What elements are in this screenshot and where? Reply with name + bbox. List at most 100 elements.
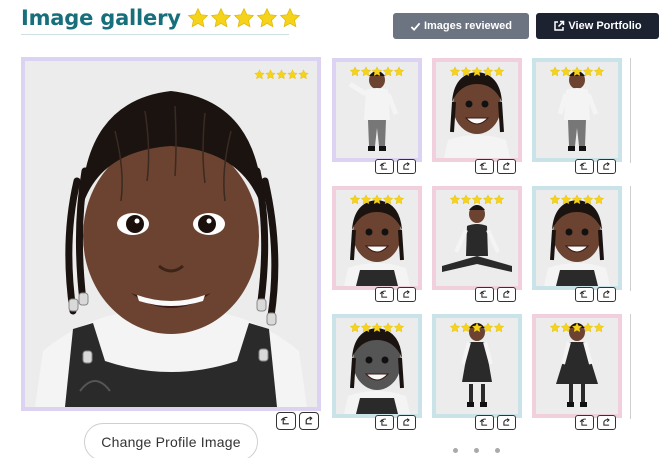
star-icon[interactable]	[461, 66, 472, 77]
star-icon[interactable]	[394, 66, 405, 77]
thumbnail-full-body-dress[interactable]	[432, 314, 522, 418]
star-icon[interactable]	[394, 194, 405, 205]
star-icon	[256, 7, 278, 29]
thumbnail-rating[interactable]	[550, 66, 605, 77]
star-icon[interactable]	[450, 194, 461, 205]
star-icon[interactable]	[472, 194, 483, 205]
thumbnail-full-body-waving[interactable]	[332, 58, 422, 162]
rotate-right-button[interactable]	[497, 415, 516, 430]
thumbnail-smiling-portrait[interactable]	[532, 186, 622, 290]
star-icon[interactable]	[594, 194, 605, 205]
star-icon[interactable]	[287, 69, 298, 80]
thumbnail-rating[interactable]	[450, 194, 505, 205]
star-icon[interactable]	[372, 66, 383, 77]
main-image-rating[interactable]	[254, 69, 309, 80]
star-icon[interactable]	[483, 322, 494, 333]
star-icon[interactable]	[461, 194, 472, 205]
rotate-right-button[interactable]	[397, 415, 416, 430]
star-icon[interactable]	[450, 66, 461, 77]
star-icon[interactable]	[483, 66, 494, 77]
images-reviewed-button[interactable]: Images reviewed	[393, 13, 529, 39]
thumbnail-rating[interactable]	[350, 194, 405, 205]
carousel-dot[interactable]	[474, 448, 479, 453]
star-icon[interactable]	[572, 66, 583, 77]
rotate-right-button[interactable]	[597, 415, 616, 430]
star-icon[interactable]	[594, 66, 605, 77]
rotate-left-button[interactable]	[375, 159, 394, 174]
check-icon	[410, 22, 421, 31]
thumbnail-rating[interactable]	[450, 66, 505, 77]
star-icon[interactable]	[276, 69, 287, 80]
star-icon[interactable]	[450, 322, 461, 333]
star-icon[interactable]	[561, 194, 572, 205]
star-icon[interactable]	[583, 66, 594, 77]
star-icon[interactable]	[383, 322, 394, 333]
thumbnail-rating[interactable]	[550, 322, 605, 333]
external-link-icon	[554, 20, 565, 31]
thumbnail-sitting-splits[interactable]	[432, 186, 522, 290]
star-icon[interactable]	[494, 194, 505, 205]
star-icon[interactable]	[383, 194, 394, 205]
rotate-right-button[interactable]	[497, 159, 516, 174]
thumbnail-rating[interactable]	[350, 322, 405, 333]
thumbnail-full-body-standing[interactable]	[532, 58, 622, 162]
rotate-left-button[interactable]	[375, 415, 394, 430]
view-portfolio-button[interactable]: View Portfolio	[536, 13, 659, 39]
star-icon[interactable]	[494, 66, 505, 77]
thumbnail-rating[interactable]	[450, 322, 505, 333]
star-icon[interactable]	[361, 194, 372, 205]
star-icon[interactable]	[483, 194, 494, 205]
rotate-left-button[interactable]	[276, 412, 296, 430]
star-icon[interactable]	[383, 66, 394, 77]
star-icon[interactable]	[561, 66, 572, 77]
star-icon[interactable]	[583, 322, 594, 333]
star-icon[interactable]	[394, 322, 405, 333]
star-icon[interactable]	[550, 194, 561, 205]
star-icon[interactable]	[472, 322, 483, 333]
star-icon[interactable]	[572, 194, 583, 205]
rotate-left-button[interactable]	[475, 287, 494, 302]
rotate-right-button[interactable]	[397, 287, 416, 302]
rotate-left-button[interactable]	[475, 159, 494, 174]
rotate-right-button[interactable]	[497, 287, 516, 302]
star-icon[interactable]	[372, 322, 383, 333]
rotate-right-button[interactable]	[397, 159, 416, 174]
star-icon[interactable]	[594, 322, 605, 333]
carousel-dot[interactable]	[495, 448, 500, 453]
star-icon[interactable]	[461, 322, 472, 333]
star-icon[interactable]	[494, 322, 505, 333]
change-profile-image-button[interactable]: Change Profile Image	[84, 423, 258, 458]
rotate-left-button[interactable]	[475, 415, 494, 430]
star-icon[interactable]	[361, 322, 372, 333]
thumbnail-rating[interactable]	[350, 66, 405, 77]
star-icon[interactable]	[350, 322, 361, 333]
star-icon[interactable]	[550, 66, 561, 77]
star-icon[interactable]	[265, 69, 276, 80]
rotate-right-button[interactable]	[597, 159, 616, 174]
star-icon[interactable]	[372, 194, 383, 205]
rotate-right-button[interactable]	[299, 412, 319, 430]
star-icon[interactable]	[350, 194, 361, 205]
star-icon[interactable]	[472, 66, 483, 77]
thumbnail-bw-smiling-face[interactable]	[332, 314, 422, 418]
star-icon[interactable]	[583, 194, 594, 205]
thumbnail-smiling-face[interactable]	[432, 58, 522, 162]
rotate-right-button[interactable]	[597, 287, 616, 302]
star-icon[interactable]	[561, 322, 572, 333]
thumbnail-rotate-controls	[375, 415, 416, 430]
rotate-left-button[interactable]	[575, 415, 594, 430]
star-icon[interactable]	[361, 66, 372, 77]
star-icon[interactable]	[572, 322, 583, 333]
thumbnail-rating[interactable]	[550, 194, 605, 205]
rotate-left-button[interactable]	[575, 159, 594, 174]
main-profile-image[interactable]	[21, 57, 321, 411]
carousel-dot[interactable]	[453, 448, 458, 453]
thumbnail-laughing-portrait[interactable]	[332, 186, 422, 290]
star-icon[interactable]	[298, 69, 309, 80]
rotate-left-button[interactable]	[375, 287, 394, 302]
star-icon[interactable]	[350, 66, 361, 77]
rotate-left-button[interactable]	[575, 287, 594, 302]
thumbnail-full-body-twirl[interactable]	[532, 314, 622, 418]
star-icon[interactable]	[550, 322, 561, 333]
star-icon[interactable]	[254, 69, 265, 80]
